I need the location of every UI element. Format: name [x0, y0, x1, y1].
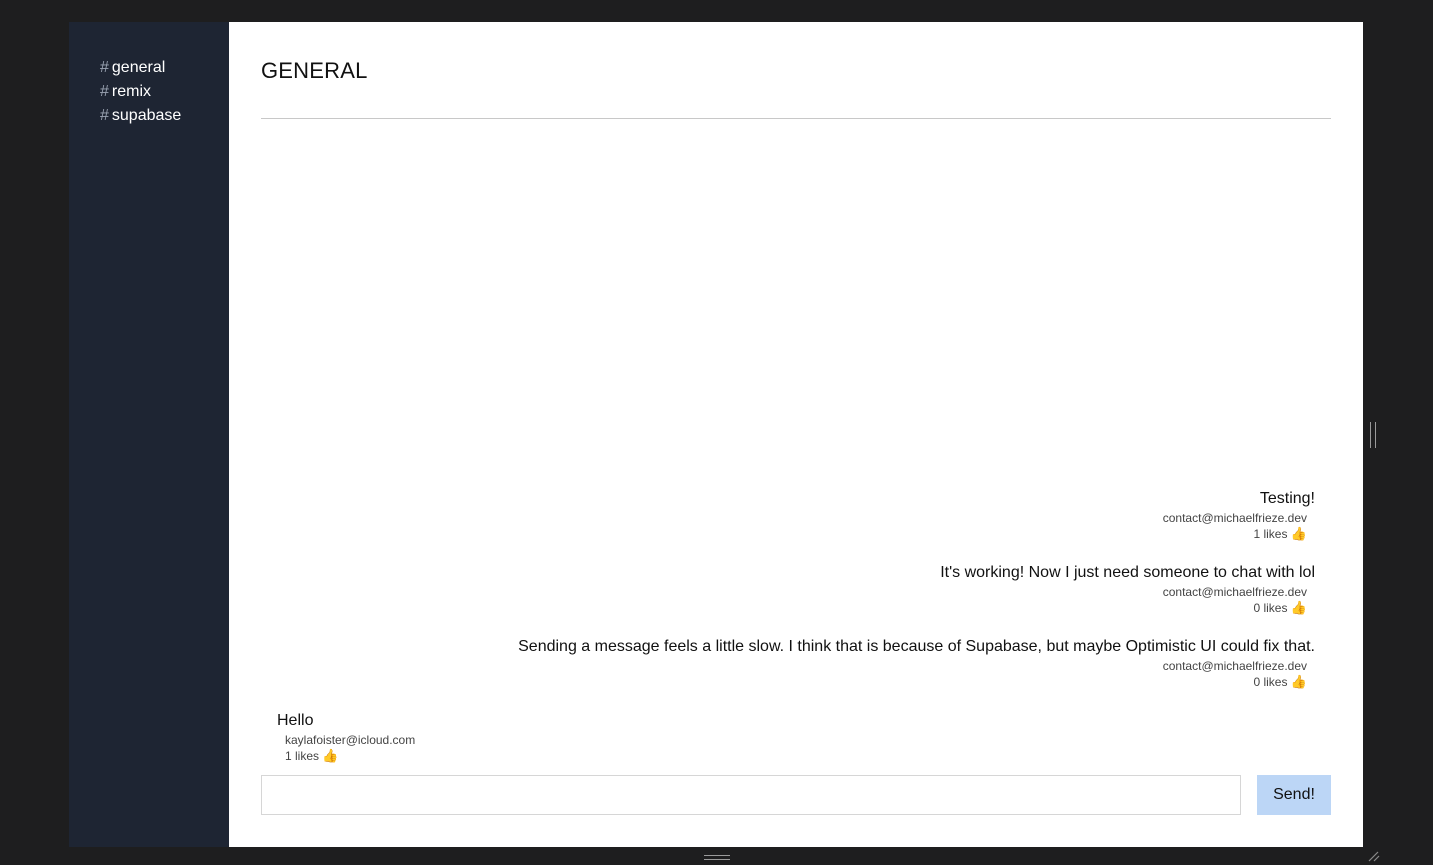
like-button[interactable]: 0 likes 👍 — [261, 600, 1315, 616]
title-divider — [261, 118, 1331, 119]
thumbs-up-icon: 👍 — [1290, 674, 1307, 689]
thumbs-up-icon: 👍 — [1290, 600, 1307, 615]
message-item: Sending a message feels a little slow. I… — [261, 636, 1331, 690]
message-item: Hello kaylafoister@icloud.com 1 likes 👍 — [261, 710, 1331, 764]
message-author: contact@michaelfrieze.dev — [1162, 585, 1307, 599]
message-text: Testing! — [1259, 490, 1315, 507]
message-text: Sending a message feels a little slow. I… — [518, 638, 1315, 655]
chat-panel: GENERAL Testing! contact@michaelfrieze.d… — [229, 22, 1363, 847]
channel-sidebar: # general # remix # supabase — [69, 22, 229, 847]
send-button[interactable]: Send! — [1257, 775, 1331, 815]
like-button[interactable]: 1 likes 👍 — [261, 526, 1315, 542]
hash-icon: # — [100, 83, 109, 100]
channel-label: general — [111, 59, 166, 76]
thumbs-up-icon: 👍 — [1290, 526, 1307, 541]
message-item: It's working! Now I just need someone to… — [261, 562, 1331, 616]
like-count: 0 likes — [1253, 675, 1288, 689]
corner-resize-grip-icon[interactable] — [1366, 850, 1380, 862]
message-text: Hello — [277, 712, 314, 729]
vertical-resize-handle[interactable] — [1370, 422, 1376, 448]
channel-label: remix — [111, 83, 152, 100]
like-button[interactable]: 0 likes 👍 — [261, 674, 1315, 690]
message-author: kaylafoister@icloud.com — [285, 733, 416, 747]
message-author: contact@michaelfrieze.dev — [1162, 659, 1307, 673]
like-button[interactable]: 1 likes 👍 — [277, 748, 1331, 764]
hash-icon: # — [100, 59, 109, 76]
sidebar-item-remix[interactable]: # remix — [100, 80, 229, 104]
hash-icon: # — [100, 107, 109, 124]
page-title: GENERAL — [261, 58, 368, 83]
horizontal-resize-handle[interactable] — [704, 855, 730, 860]
message-composer: Send! — [261, 775, 1331, 815]
message-list: Testing! contact@michaelfrieze.dev 1 lik… — [261, 488, 1331, 784]
thumbs-up-icon: 👍 — [322, 748, 339, 763]
message-author: contact@michaelfrieze.dev — [1162, 511, 1307, 525]
channel-label: supabase — [111, 107, 182, 124]
like-count: 1 likes — [1253, 527, 1288, 541]
like-count: 1 likes — [285, 749, 320, 763]
like-count: 0 likes — [1253, 601, 1288, 615]
app-window: # general # remix # supabase GENERAL Testin… — [69, 22, 1363, 847]
sidebar-item-supabase[interactable]: # supabase — [100, 104, 229, 128]
message-input[interactable] — [261, 775, 1241, 815]
message-text: It's working! Now I just need someone to… — [940, 564, 1315, 581]
sidebar-item-general[interactable]: # general — [100, 56, 229, 80]
message-item: Testing! contact@michaelfrieze.dev 1 lik… — [261, 488, 1331, 542]
